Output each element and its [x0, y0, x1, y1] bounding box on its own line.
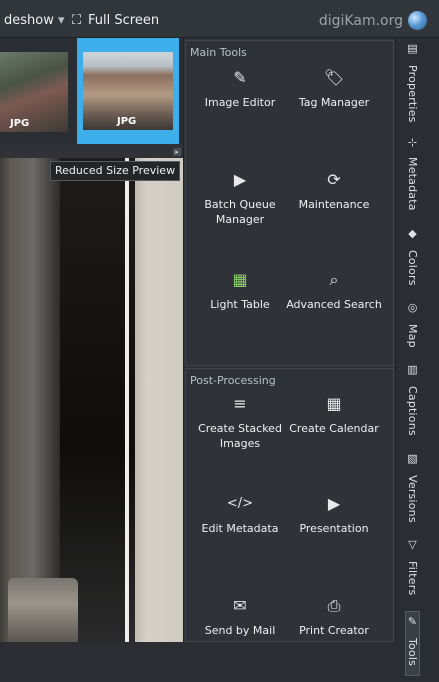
code-icon: </>	[226, 496, 254, 511]
tab-label: Versions	[406, 474, 419, 523]
digikam-globe-icon[interactable]	[408, 11, 427, 30]
tool-label: Create Stacked Images	[198, 422, 282, 450]
stack-icon: ≡	[233, 394, 247, 413]
tool-label: Edit Metadata	[201, 522, 279, 535]
main-tools-group: Main Tools ✎ Image Editor 🏷 Tag Manager …	[185, 40, 394, 366]
format-badge: JPG	[10, 118, 30, 129]
main-tools-title: Main Tools	[190, 46, 247, 59]
light-table-icon: ▦	[232, 270, 248, 289]
tab-filters[interactable]: ▽ Filters	[406, 538, 419, 601]
play-circle-icon: ▶	[233, 170, 247, 189]
properties-icon: ▤	[406, 42, 419, 56]
maintenance-button[interactable]: ⟳ Maintenance	[286, 169, 382, 212]
tab-label: Filters	[406, 561, 419, 596]
versions-icon: ▧	[406, 451, 419, 466]
top-toolbar: deshow ▾ ⛶ Full Screen digiKam.org	[0, 0, 439, 38]
create-stacked-images-button[interactable]: ≡ Create Stacked Images	[192, 393, 288, 451]
tool-label: Advanced Search	[286, 298, 382, 311]
right-tabs: ▤ Properties ⊹ Metadata ◆ Colors ◎ Map ▥…	[405, 42, 420, 682]
slideshow-dropdown-icon[interactable]: ▾	[58, 13, 65, 28]
colors-icon: ◆	[406, 226, 419, 240]
map-icon: ◎	[406, 301, 419, 315]
filters-icon: ▽	[406, 538, 419, 552]
image-editor-button[interactable]: ✎ Image Editor	[192, 67, 288, 110]
tab-label: Tools	[406, 638, 419, 667]
tab-label: Map	[406, 323, 419, 348]
filmstrip-thumb-selected[interactable]: JPG	[77, 38, 179, 144]
create-calendar-button[interactable]: ▦ Create Calendar	[286, 393, 382, 436]
tab-metadata[interactable]: ⊹ Metadata	[406, 138, 419, 217]
pencil-icon: ✎	[233, 68, 247, 87]
preview-pole	[125, 158, 129, 642]
tab-versions[interactable]: ▧ Versions	[406, 452, 419, 529]
tag-manager-button[interactable]: 🏷 Tag Manager	[286, 67, 382, 110]
filmstrip-thumb[interactable]: JPG	[0, 52, 68, 132]
tab-label: Metadata	[406, 157, 419, 212]
tab-map[interactable]: ◎ Map	[406, 301, 419, 354]
format-badge: JPG	[117, 116, 137, 127]
post-processing-group: Post-Processing ≡ Create Stacked Images …	[185, 368, 394, 642]
fullscreen-icon[interactable]: ⛶	[72, 13, 81, 28]
tab-properties[interactable]: ▤ Properties	[406, 42, 419, 129]
image-preview[interactable]	[0, 158, 183, 642]
tool-label: Presentation	[299, 522, 369, 535]
tool-label: Create Calendar	[289, 422, 379, 435]
presentation-button[interactable]: ▶ Presentation	[286, 493, 382, 536]
advanced-search-button[interactable]: ⌕ Advanced Search	[286, 269, 382, 312]
tag-icon: 🏷	[323, 68, 345, 87]
tools-icon: ✎	[406, 615, 419, 629]
tab-colors[interactable]: ◆ Colors	[406, 227, 419, 292]
tab-tools[interactable]: ✎ Tools	[405, 611, 420, 677]
preview-car	[8, 578, 78, 642]
tab-label: Colors	[406, 249, 419, 286]
post-processing-title: Post-Processing	[190, 374, 276, 387]
tool-label: Light Table	[210, 298, 270, 311]
tool-label: Batch Queue Manager	[204, 198, 276, 226]
preview-building	[60, 158, 135, 642]
fullscreen-button[interactable]: Full Screen	[88, 13, 159, 28]
slideshow-button[interactable]: deshow	[4, 13, 54, 28]
captions-icon: ▥	[406, 363, 419, 377]
send-by-mail-button[interactable]: ✉ Send by Mail	[192, 595, 288, 638]
print-creator-button[interactable]: ⎙ Print Creator	[286, 595, 382, 638]
tool-label: Send by Mail	[204, 624, 276, 637]
batch-queue-manager-button[interactable]: ▶ Batch Queue Manager	[192, 169, 288, 227]
tool-label: Tag Manager	[298, 96, 370, 109]
brand-label[interactable]: digiKam.org	[319, 13, 403, 29]
tool-label: Maintenance	[298, 198, 370, 211]
image-area: JPG JPG ▸ Reduced Size Preview	[0, 38, 183, 642]
filmstrip: JPG JPG ▸	[0, 38, 183, 156]
tool-label: Image Editor	[204, 96, 276, 109]
tools-sidebar: Main Tools ✎ Image Editor 🏷 Tag Manager …	[183, 38, 404, 642]
presentation-icon: ▶	[327, 494, 341, 513]
maintenance-icon: ⟳	[327, 170, 341, 189]
filmstrip-scroll-icon[interactable]: ▸	[173, 148, 181, 156]
tab-label: Properties	[406, 64, 419, 123]
mail-icon: ✉	[233, 596, 247, 615]
preview-tooltip: Reduced Size Preview	[50, 161, 181, 181]
printer-icon: ⎙	[327, 596, 341, 615]
tool-label: Print Creator	[299, 624, 369, 637]
calendar-icon: ▦	[326, 394, 342, 413]
edit-metadata-button[interactable]: </> Edit Metadata	[192, 493, 288, 536]
thumb-image: JPG	[83, 52, 173, 130]
tab-captions[interactable]: ▥ Captions	[406, 363, 419, 442]
light-table-button[interactable]: ▦ Light Table	[192, 269, 288, 312]
tab-label: Captions	[406, 386, 419, 437]
metadata-icon: ⊹	[406, 138, 419, 148]
search-icon: ⌕	[329, 270, 339, 289]
